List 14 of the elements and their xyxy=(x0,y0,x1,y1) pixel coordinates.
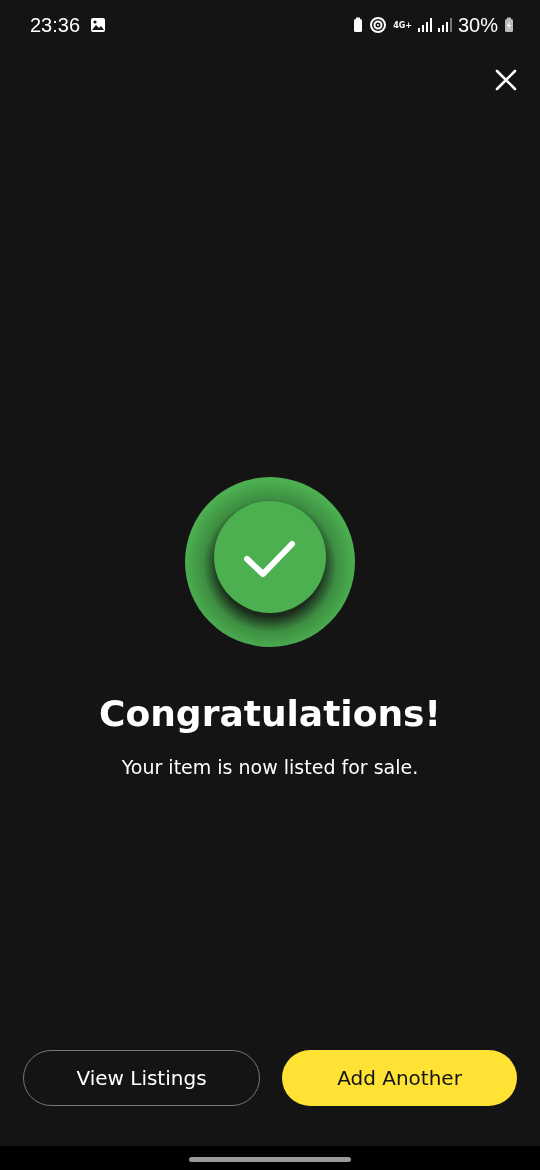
signal-icon xyxy=(417,18,432,32)
hotspot-icon xyxy=(369,16,388,34)
battery-saver-icon xyxy=(353,17,364,33)
success-message: Your item is now listed for sale. xyxy=(121,756,419,778)
signal-icon xyxy=(437,18,452,32)
close-button[interactable] xyxy=(494,68,518,92)
status-time: 23:36 xyxy=(30,13,81,37)
image-icon xyxy=(90,17,107,33)
add-another-button[interactable]: Add Another xyxy=(282,1050,517,1106)
battery-percent: 30% xyxy=(457,13,498,37)
network-type: 4G+ xyxy=(393,20,412,30)
success-title: Congratulations! xyxy=(99,693,441,734)
battery-charging-icon xyxy=(504,17,514,33)
success-check-icon xyxy=(185,477,355,647)
